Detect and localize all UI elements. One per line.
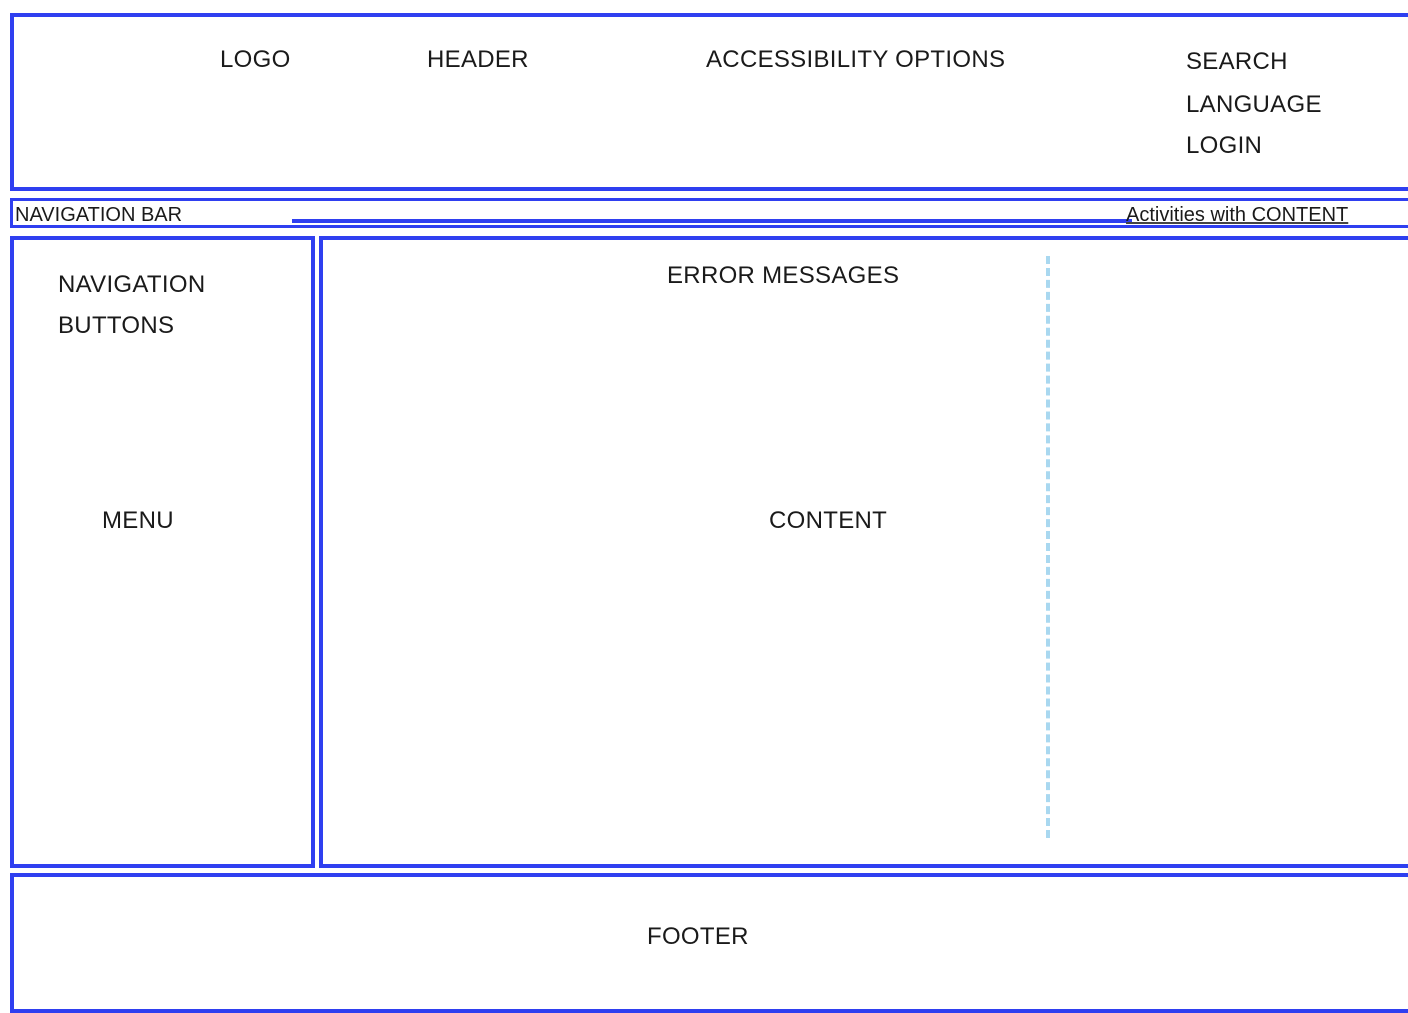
header-title: HEADER xyxy=(427,46,529,73)
logo[interactable]: LOGO xyxy=(220,46,291,74)
error-messages: ERROR MESSAGES xyxy=(667,262,900,289)
navigation-bar-label: NAVIGATION BAR xyxy=(15,204,183,226)
navigation-buttons[interactable]: NAVIGATION BUTTONS xyxy=(58,264,205,346)
content-dashed-divider xyxy=(1046,256,1050,838)
content-region xyxy=(319,236,1408,868)
content-label: CONTENT xyxy=(769,507,888,534)
menu-label: MENU xyxy=(102,507,174,534)
navigation-bar-divider xyxy=(292,219,1132,223)
login-link[interactable]: LOGIN xyxy=(1186,132,1262,160)
footer-label: FOOTER xyxy=(647,923,749,950)
search-link[interactable]: SEARCH xyxy=(1186,48,1288,76)
accessibility-options[interactable]: ACCESSIBILITY OPTIONS xyxy=(706,46,1005,74)
activities-link[interactable]: Activities with CONTENT xyxy=(1126,204,1348,227)
language-link[interactable]: LANGUAGE xyxy=(1186,91,1322,119)
